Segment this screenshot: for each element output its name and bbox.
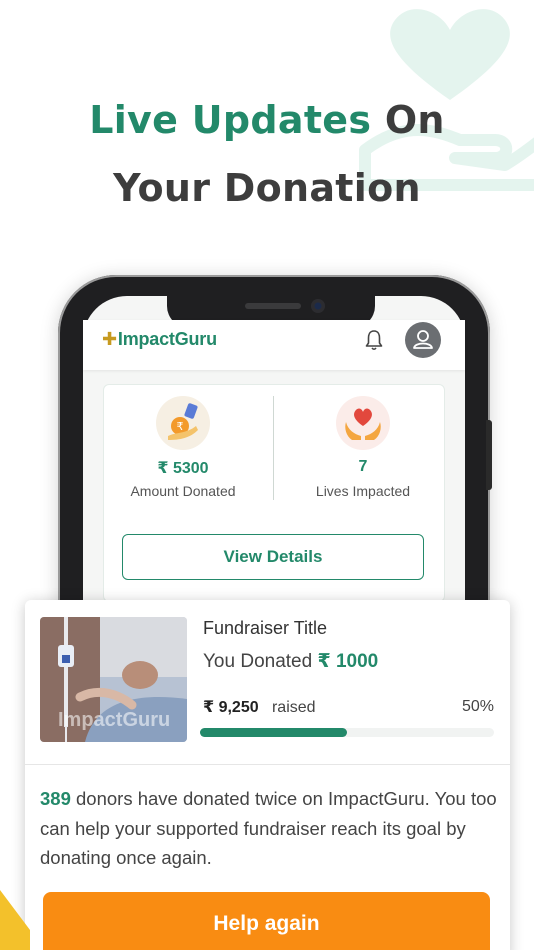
logo-text: ImpactGuru xyxy=(117,329,217,349)
fundraiser-title[interactable]: Fundraiser Title xyxy=(203,618,327,639)
thumbnail-watermark: ImpactGuru xyxy=(58,709,171,731)
bell-icon[interactable] xyxy=(364,329,384,351)
progress-bar xyxy=(200,728,494,737)
svg-text:₹: ₹ xyxy=(177,420,184,433)
profile-icon xyxy=(413,330,433,349)
headline-line2: Your Donation xyxy=(113,166,421,210)
you-donated-label: You Donated xyxy=(203,651,313,672)
raised-label: raised xyxy=(271,699,316,716)
repeat-donation-message: 389 donors have donated twice on ImpactG… xyxy=(40,784,500,873)
progress-bar-fill xyxy=(200,728,347,737)
logo-plus-icon: ✚ xyxy=(102,329,117,349)
impactguru-logo[interactable]: ✚ImpactGuru xyxy=(102,329,217,350)
decorative-corner xyxy=(0,890,30,950)
amount-donated-value: ₹ 5300 xyxy=(157,460,209,477)
headline: Live Updates On Your Donation xyxy=(0,86,534,222)
raised-percent: 50% xyxy=(461,698,494,715)
raised-amount: ₹ 9,250 xyxy=(203,699,259,716)
headline-rest: On xyxy=(384,98,445,142)
view-details-button[interactable]: View Details xyxy=(122,534,424,580)
you-donated-text: You Donated ₹ 1000 xyxy=(203,650,378,673)
profile-avatar[interactable] xyxy=(405,322,441,358)
you-donated-amount: ₹ 1000 xyxy=(317,651,379,672)
lives-impacted-value: 7 xyxy=(358,458,368,475)
donor-count: 389 xyxy=(40,788,71,809)
phone-side-button xyxy=(486,420,492,490)
lives-impacted-label: Lives Impacted xyxy=(315,483,411,499)
message-text: donors have donated twice on ImpactGuru.… xyxy=(40,788,497,868)
phone-camera xyxy=(311,299,325,313)
help-again-button[interactable]: Help again xyxy=(43,892,490,950)
heart-hands-icon xyxy=(336,396,390,450)
amount-donated-label: Amount Donated xyxy=(130,483,236,499)
raised-text: ₹ 9,250 raised xyxy=(203,697,316,717)
card-divider xyxy=(25,764,510,765)
coin-hand-icon: ₹ xyxy=(156,396,210,450)
fundraiser-thumbnail[interactable]: ImpactGuru xyxy=(40,617,187,742)
headline-highlight: Live Updates xyxy=(89,98,372,142)
stats-divider xyxy=(273,396,274,500)
phone-speaker xyxy=(245,303,301,309)
